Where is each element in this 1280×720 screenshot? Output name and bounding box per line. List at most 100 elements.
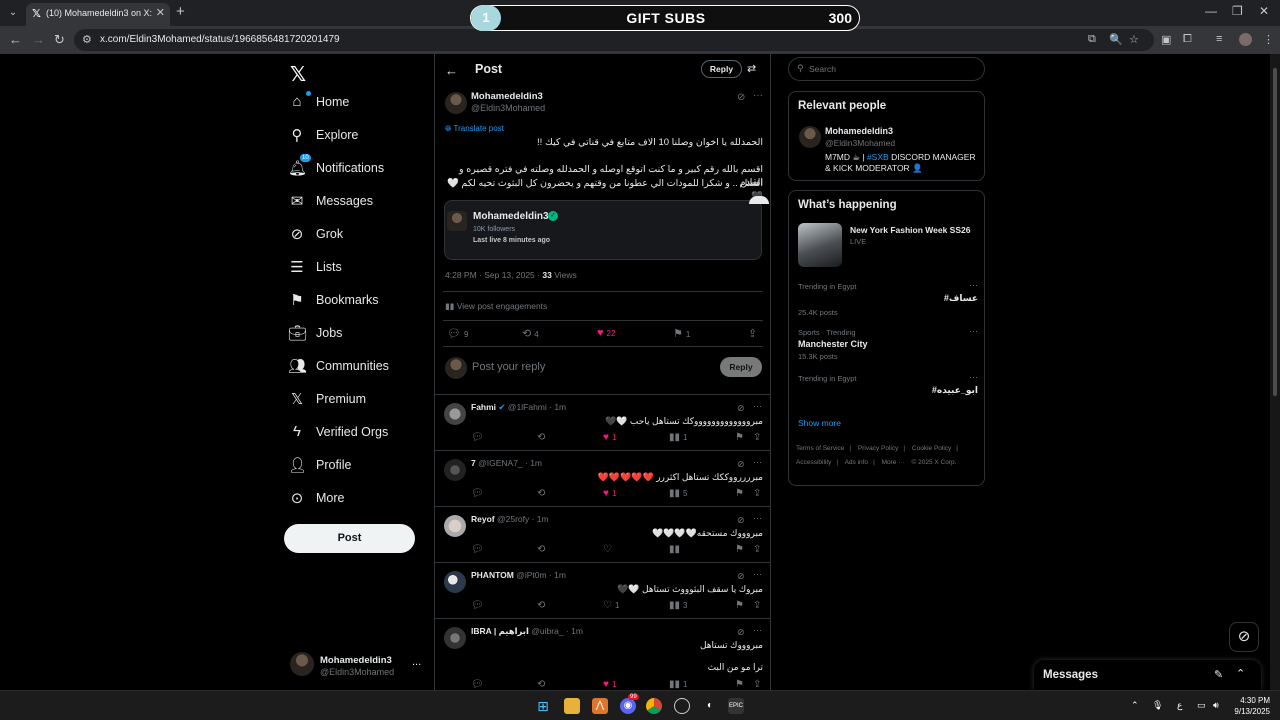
grok-icon[interactable]: ⊘ [737, 403, 745, 414]
x-logo-icon[interactable]: 𝕏 [290, 62, 306, 87]
reply-submit-button[interactable]: Reply [720, 357, 762, 377]
reply-views[interactable]: ▮▮ 1 [669, 679, 687, 690]
messages-drawer[interactable]: Messages ✎ ⌃ [1034, 660, 1261, 690]
post-author-avatar[interactable] [445, 92, 467, 114]
reload-icon[interactable]: ↻ [54, 32, 65, 48]
address-bar[interactable]: ⚙ x.com/Eldin3Mohamed/status/19668564817… [74, 29, 1154, 51]
nav-notifications[interactable]: 🔔︎ 10 Notifications [288, 154, 428, 184]
new-tab-icon[interactable]: + [176, 3, 185, 20]
window-close-icon[interactable]: ✕ [1259, 4, 1269, 18]
reply-like-icon[interactable]: ♡ [603, 544, 615, 555]
trend-more-icon[interactable]: ··· [969, 326, 978, 336]
nav-explore[interactable]: ⚲ Explore [288, 123, 428, 151]
reply-avatar[interactable] [444, 627, 466, 649]
reply-reply-icon[interactable]: 💬︎ [471, 544, 487, 555]
forward-icon[interactable]: → [32, 32, 45, 47]
person-handle[interactable]: @Eldin3Mohamed [825, 138, 895, 148]
browser-tab[interactable]: 𝕏 (10) Mohamedeldin3 on X: "الحمد ✕ [26, 3, 170, 26]
reply-share-icon[interactable]: ⇪ [753, 544, 764, 555]
reply-views[interactable]: ▮▮ 3 [669, 600, 687, 611]
reply-item[interactable]: 7 @IGENA7_ · 1m ⊘ ··· مبررررووككك تستاهل … [435, 450, 770, 506]
grok-explain-icon[interactable]: ⊘ [737, 92, 745, 103]
reply-item[interactable]: Reyof @25rofy · 1m ⊘ ··· مبروووك مستحقه🤍🤍… [435, 506, 770, 562]
trend-item[interactable]: Trending in Egypt ··· #عساف 25.4K posts [798, 280, 978, 318]
epic-games-icon[interactable]: EPIC [728, 698, 744, 714]
reply-author[interactable]: PHANTOM @iPt0m · 1m [471, 570, 566, 580]
grok-icon[interactable]: ⊘ [737, 515, 745, 526]
reply-views[interactable]: ▮▮ 5 [669, 488, 687, 499]
trend-item[interactable]: Sports · Trending ··· Manchester City 15… [798, 326, 978, 364]
trend-item[interactable]: Trending in Egypt ··· #ابو_عبيده [798, 372, 978, 402]
adjust-icon[interactable]: ⇄ [747, 62, 756, 75]
reply-share-icon[interactable]: ⇪ [753, 432, 764, 443]
windows-start-icon[interactable]: ⊞ [535, 698, 551, 714]
footer-privacy-link[interactable]: Privacy Policy [858, 445, 898, 452]
reply-reply-icon[interactable]: 💬︎ [471, 679, 487, 690]
footer-ads-link[interactable]: Ads info [845, 459, 869, 466]
reply-views-icon[interactable]: ▮▮ [669, 544, 683, 555]
reply-more-icon[interactable]: ··· [753, 401, 762, 411]
reply-bookmark-icon[interactable]: ⚑ [735, 488, 747, 499]
nav-messages[interactable]: ✉ Messages [288, 189, 428, 217]
header-reply-button[interactable]: Reply [701, 60, 742, 78]
reply-repost-icon[interactable]: ⟲ [537, 679, 548, 690]
volume-icon[interactable]: 🔊︎ [1213, 700, 1219, 711]
reply-avatar[interactable] [444, 571, 466, 593]
zoom-icon[interactable]: 🔍 [1109, 33, 1123, 46]
monitor-icon[interactable]: ▭ [1197, 700, 1206, 711]
reply-author[interactable]: Fahmi ✔ @1lFahmi · 1m [471, 402, 566, 413]
expand-up-icon[interactable]: ⌃ [1236, 667, 1245, 680]
reply-like[interactable]: ♥ 1 [603, 432, 616, 443]
grok-icon[interactable]: ⊘ [737, 571, 745, 582]
obs-icon[interactable] [674, 698, 690, 714]
extension-icon[interactable]: ▣ [1161, 33, 1171, 46]
translate-post-link[interactable]: 🌐︎ Translate post [445, 124, 504, 134]
grok-floating-button[interactable]: ⊘ [1229, 622, 1259, 652]
browser-menu-icon[interactable]: ⋮ [1263, 33, 1274, 46]
account-switcher[interactable]: Mohamedeldin3 @Eldin3Mohamed ... [290, 650, 430, 680]
share-action[interactable]: ⇪ [748, 327, 760, 340]
reply-more-icon[interactable]: ··· [753, 625, 762, 635]
footer-accessibility-link[interactable]: Accessibility [796, 459, 831, 466]
tab-search-chevron-icon[interactable]: ⌄ [4, 4, 22, 22]
search-input[interactable]: ⚲ Search [788, 57, 985, 81]
reply-like[interactable]: ♥ 1 [603, 679, 616, 690]
reply-avatar[interactable] [444, 515, 466, 537]
reply-views[interactable]: ▮▮ 1 [669, 432, 687, 443]
event-title[interactable]: New York Fashion Week SS26 [850, 225, 970, 235]
reply-author[interactable]: Reyof @25rofy · 1m [471, 514, 549, 524]
account-more-icon[interactable]: ... [412, 656, 421, 668]
reply-repost-icon[interactable]: ⟲ [537, 432, 548, 443]
nav-premium[interactable]: 𝕏 Premium [288, 387, 428, 415]
bio-hashtag[interactable]: #SXB [867, 152, 889, 162]
post-more-icon[interactable]: ··· [753, 90, 763, 101]
footer-terms-link[interactable]: Terms of Service [796, 445, 844, 452]
nav-bookmarks[interactable]: ⚑ Bookmarks [288, 288, 428, 316]
bookmark-star-icon[interactable]: ☆ [1129, 33, 1139, 46]
reply-bookmark-icon[interactable]: ⚑ [735, 544, 747, 555]
show-more-link[interactable]: Show more [798, 418, 841, 428]
footer-more-link[interactable]: More ··· [882, 459, 905, 466]
page-scrollbar[interactable] [1270, 54, 1280, 690]
nav-more[interactable]: ⊙ More [288, 486, 428, 514]
reply-avatar[interactable] [444, 459, 466, 481]
bookmark-action[interactable]: ⚑ 1 [673, 327, 690, 340]
like-action[interactable]: ♥ 22 [597, 327, 615, 339]
reply-more-icon[interactable]: ··· [753, 457, 762, 467]
trend-more-icon[interactable]: ··· [969, 280, 978, 290]
reply-author[interactable]: 7 @IGENA7_ · 1m [471, 458, 542, 468]
steam-icon[interactable]: ◐ [702, 698, 718, 714]
scrollbar-thumb[interactable] [1273, 68, 1277, 396]
reply-more-icon[interactable]: ··· [753, 569, 762, 579]
install-app-icon[interactable]: ⧉ [1088, 33, 1096, 46]
reply-item[interactable]: PHANTOM @iPt0m · 1m ⊘ ··· مبروك يا سقف ال… [435, 562, 770, 618]
reply-action[interactable]: 💬︎ 9 [447, 327, 468, 340]
microphone-icon[interactable]: 🎙︎ [1152, 700, 1163, 711]
system-clock[interactable]: 4:30 PM 9/13/2025 [1228, 695, 1270, 717]
tab-close-icon[interactable]: ✕ [156, 6, 165, 19]
kick-channel-card[interactable]: Mohamedeldin3 ✓ 10K followers Last live … [444, 196, 769, 260]
tab-groups-icon[interactable]: ≡ [1216, 33, 1222, 45]
reply-input[interactable]: Post your reply [472, 361, 545, 373]
reply-author[interactable]: IBRA | ابراهيم @uibra_ · 1m [471, 626, 583, 637]
reply-like[interactable]: ♡ 1 [603, 600, 619, 611]
